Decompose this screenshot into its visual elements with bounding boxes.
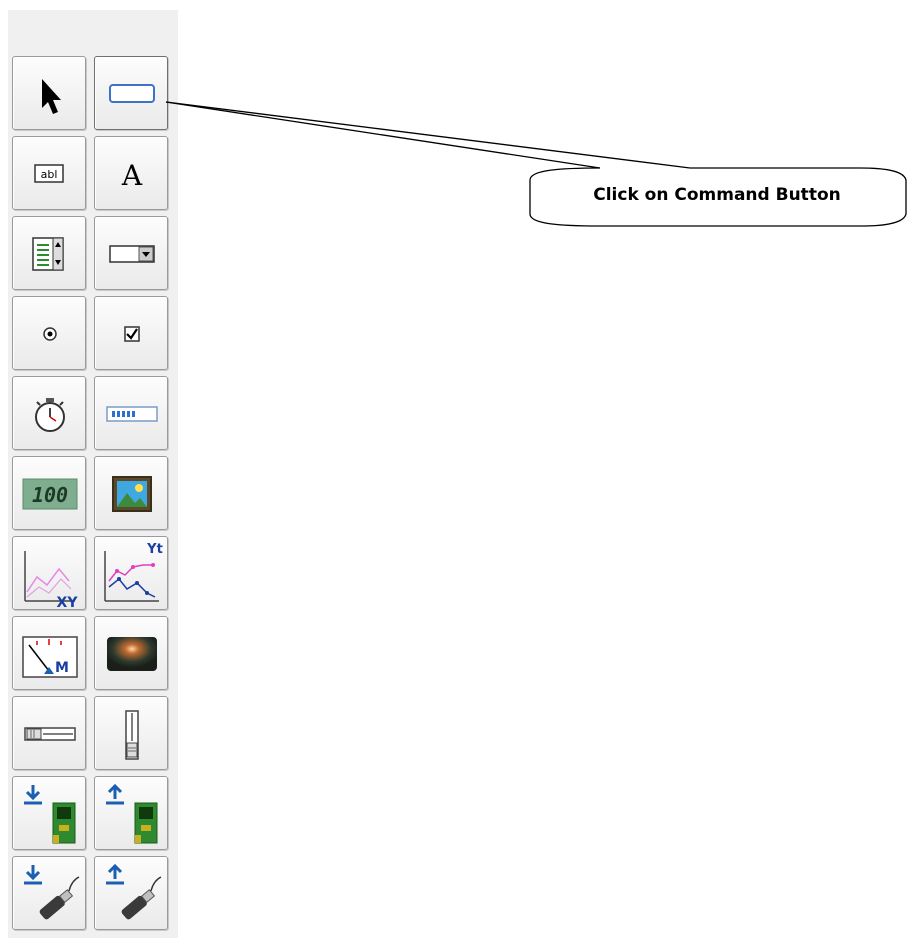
- meter-label: M: [55, 660, 69, 676]
- pointer-tool-button[interactable]: [12, 56, 86, 130]
- label-tool-button[interactable]: A: [94, 136, 168, 210]
- stopwatch-icon: [35, 398, 65, 432]
- xy-graph-icon: XY: [24, 551, 79, 611]
- command-button-tool-button[interactable]: [94, 56, 168, 130]
- text-box-tool-button[interactable]: abl: [12, 136, 86, 210]
- board-upload-icon: [106, 783, 158, 844]
- pointer-arrow-icon: [42, 79, 61, 114]
- text-box-icon: abl: [34, 164, 64, 183]
- usb-download-icon: [24, 865, 80, 920]
- command-button-icon: [109, 84, 155, 103]
- yt-graph-tool-button[interactable]: Yt: [94, 536, 168, 610]
- checkbox-icon: [124, 326, 140, 342]
- digital-input-tool-button[interactable]: [12, 776, 86, 850]
- progress-bar-icon: [106, 406, 158, 422]
- check-box-tool-button[interactable]: [94, 296, 168, 370]
- horizontal-slider-tool-button[interactable]: [12, 696, 86, 770]
- option-button-tool-button[interactable]: [12, 296, 86, 370]
- vertical-slider-tool-button[interactable]: [94, 696, 168, 770]
- lcd-display-value: 100: [32, 483, 68, 507]
- image-tool-button[interactable]: [94, 456, 168, 530]
- vertical-slider-icon: [125, 710, 139, 760]
- horizontal-slider-icon: [24, 727, 76, 741]
- combo-box-icon: [109, 245, 155, 263]
- radio-button-icon: [43, 327, 57, 341]
- yt-graph-icon: Yt: [104, 542, 163, 602]
- svg-text:A: A: [121, 159, 143, 192]
- lcd-display-tool-button[interactable]: 100: [12, 456, 86, 530]
- board-download-icon: [24, 785, 76, 844]
- led-tool-button[interactable]: [94, 616, 168, 690]
- list-box-tool-button[interactable]: [12, 216, 86, 290]
- led-indicator-icon: [107, 637, 157, 671]
- timer-tool-button[interactable]: [12, 376, 86, 450]
- usb-input-tool-button[interactable]: [12, 856, 86, 930]
- callout-label: Click on Command Button: [593, 185, 841, 205]
- picture-icon: [112, 476, 152, 512]
- meter-tool-button[interactable]: M: [12, 616, 86, 690]
- label-text-icon: A: [121, 159, 143, 192]
- combo-box-tool-button[interactable]: [94, 216, 168, 290]
- digital-output-tool-button[interactable]: [94, 776, 168, 850]
- yt-graph-label: Yt: [146, 542, 163, 557]
- svg-text:abl: abl: [41, 168, 58, 181]
- progress-bar-tool-button[interactable]: [94, 376, 168, 450]
- list-box-icon: [32, 237, 64, 271]
- meter-gauge-icon: M: [22, 636, 78, 678]
- xy-graph-label: XY: [57, 595, 79, 611]
- usb-upload-icon: [106, 863, 162, 920]
- xy-graph-tool-button[interactable]: XY: [12, 536, 86, 611]
- lcd-display-icon: 100: [22, 478, 78, 510]
- usb-output-tool-button[interactable]: [94, 856, 168, 930]
